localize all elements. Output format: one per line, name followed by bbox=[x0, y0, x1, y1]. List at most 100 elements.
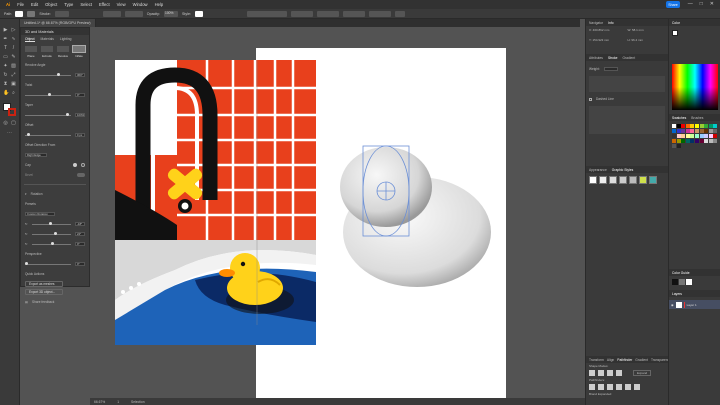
layer-row[interactable]: ◉ Layer 1 bbox=[669, 300, 720, 309]
color-spectrum[interactable] bbox=[672, 64, 718, 110]
type-tool-icon[interactable]: T bbox=[3, 46, 8, 51]
tab-materials[interactable]: Materials bbox=[41, 37, 54, 42]
slider-knob[interactable] bbox=[51, 242, 55, 245]
taper-slider[interactable] bbox=[25, 113, 71, 116]
tab-color[interactable]: Color bbox=[672, 21, 680, 25]
swatch-chip[interactable] bbox=[690, 134, 695, 138]
chevron-down-icon[interactable]: ▾ bbox=[25, 192, 27, 196]
tab-graphic-styles[interactable]: Graphic Styles bbox=[612, 168, 633, 172]
style-swatch-item[interactable] bbox=[639, 176, 647, 184]
weight-field[interactable] bbox=[603, 67, 618, 71]
menu-effect[interactable]: Effect bbox=[99, 2, 110, 7]
style-swatch-item[interactable] bbox=[649, 176, 657, 184]
menu-view[interactable]: View bbox=[117, 2, 126, 7]
h-field[interactable] bbox=[368, 10, 391, 17]
guide-swatch[interactable] bbox=[679, 279, 685, 285]
tab-gradient-2[interactable]: Gradient bbox=[635, 358, 648, 362]
swatch-chip[interactable] bbox=[695, 124, 699, 128]
swatch-chip[interactable] bbox=[713, 124, 718, 128]
cap-off-icon[interactable] bbox=[81, 163, 85, 167]
tab-navigator[interactable]: Navigator bbox=[589, 21, 603, 25]
inflate-option[interactable]: Inflate bbox=[72, 45, 86, 58]
guide-swatch[interactable] bbox=[686, 279, 692, 285]
document-tab[interactable]: Untitled-1* @ 66.67% (RGB/GPU Preview) bbox=[20, 19, 96, 27]
swatch-chip[interactable] bbox=[672, 129, 676, 133]
exclude-icon[interactable] bbox=[616, 370, 622, 376]
unite-icon[interactable] bbox=[589, 370, 595, 376]
swatch-chip[interactable] bbox=[685, 134, 690, 138]
swatch-chip[interactable] bbox=[695, 139, 699, 143]
slider-knob[interactable] bbox=[48, 93, 51, 96]
swatch-chip[interactable] bbox=[699, 129, 704, 133]
rotate-tool-icon[interactable]: ↻ bbox=[3, 73, 8, 78]
eraser-tool-icon[interactable]: ▧ bbox=[11, 64, 16, 69]
stroke-swatch[interactable] bbox=[27, 10, 36, 17]
offset-direction-select[interactable]: Right Edge bbox=[25, 153, 47, 157]
offset-field[interactable]: 0 px bbox=[75, 133, 85, 137]
layer-name[interactable]: Layer 1 bbox=[687, 303, 697, 307]
screen-mode-icon[interactable]: ▢ bbox=[11, 121, 16, 126]
swatch-chip[interactable] bbox=[672, 144, 676, 148]
merge-icon[interactable] bbox=[607, 384, 613, 390]
swatch-chip[interactable] bbox=[699, 134, 704, 138]
style-swatch[interactable] bbox=[194, 10, 203, 17]
opacity-field[interactable]: 100% bbox=[163, 10, 178, 17]
swatch-chip[interactable] bbox=[713, 134, 718, 138]
zoom-level[interactable]: 66.67% bbox=[94, 400, 105, 404]
menu-select[interactable]: Select bbox=[80, 2, 92, 7]
w-field[interactable] bbox=[342, 10, 365, 17]
swatch-chip[interactable] bbox=[708, 134, 713, 138]
rotation-x-slider[interactable] bbox=[31, 222, 71, 225]
swatch-chip[interactable] bbox=[681, 134, 686, 138]
zoom-tool-icon[interactable]: ⌕ bbox=[11, 91, 16, 96]
rotation-z-field[interactable]: 0° bbox=[75, 242, 85, 246]
shaper-tool-icon[interactable]: ✦ bbox=[3, 64, 8, 69]
perspective-field[interactable]: 0° bbox=[75, 262, 85, 266]
width-tool-icon[interactable]: ⧗ bbox=[3, 82, 8, 87]
tab-brushes[interactable]: Brushes bbox=[691, 116, 703, 120]
free-transform-tool-icon[interactable]: ▣ bbox=[11, 82, 16, 87]
swatch-chip[interactable] bbox=[676, 134, 681, 138]
brush-definition[interactable] bbox=[124, 10, 143, 17]
extrude-option[interactable]: Extrude bbox=[41, 46, 53, 58]
swatch-chip[interactable] bbox=[685, 129, 690, 133]
align-controls[interactable] bbox=[246, 10, 287, 17]
swatch-chip[interactable] bbox=[708, 139, 713, 143]
style-swatch-item[interactable] bbox=[599, 176, 607, 184]
swatch-chip[interactable] bbox=[699, 139, 704, 143]
revolve-option[interactable]: Revolve bbox=[57, 46, 69, 58]
swatch-chip[interactable] bbox=[708, 124, 713, 128]
menu-edit[interactable]: Edit bbox=[31, 2, 38, 7]
plane-option[interactable]: Plane bbox=[25, 46, 37, 58]
swatch-chip[interactable] bbox=[699, 124, 704, 128]
3d-inflated-object[interactable] bbox=[335, 140, 495, 290]
minus-front-icon[interactable] bbox=[598, 370, 604, 376]
tab-pathfinder[interactable]: Pathfinder bbox=[617, 358, 632, 362]
tab-appearance[interactable]: Appearance bbox=[589, 168, 607, 172]
paintbrush-tool-icon[interactable]: ✎ bbox=[11, 55, 16, 60]
swatch-chip[interactable] bbox=[681, 139, 686, 143]
crop-icon[interactable] bbox=[616, 384, 622, 390]
slider-knob[interactable] bbox=[25, 262, 28, 265]
twist-field[interactable]: 0° bbox=[75, 93, 85, 97]
cap-on-icon[interactable] bbox=[73, 163, 77, 167]
rotation-x-field[interactable]: -18° bbox=[75, 222, 85, 226]
swatch-chip[interactable] bbox=[695, 129, 699, 133]
menu-file[interactable]: File bbox=[17, 2, 24, 7]
stroke-weight-field[interactable] bbox=[54, 10, 69, 17]
trim-icon[interactable] bbox=[598, 384, 604, 390]
style-swatch-item[interactable] bbox=[619, 176, 627, 184]
menu-help[interactable]: Help bbox=[155, 2, 164, 7]
tab-stroke[interactable]: Stroke bbox=[608, 56, 618, 60]
swatch-chip[interactable] bbox=[676, 129, 681, 133]
pen-tool-icon[interactable]: ✒ bbox=[3, 37, 8, 42]
tab-info[interactable]: Info bbox=[608, 21, 614, 25]
swatch-chip[interactable] bbox=[713, 139, 718, 143]
selection-tool-icon[interactable]: ▶ bbox=[3, 28, 8, 33]
tab-layers[interactable]: Layers bbox=[672, 292, 682, 296]
presets-select[interactable]: Custom Rotation bbox=[25, 212, 55, 216]
tab-attributes[interactable]: Attributes bbox=[589, 56, 603, 60]
slider-knob[interactable] bbox=[57, 73, 61, 76]
close-window-button[interactable]: ✕ bbox=[710, 1, 714, 7]
rotation-y-slider[interactable] bbox=[31, 232, 71, 235]
